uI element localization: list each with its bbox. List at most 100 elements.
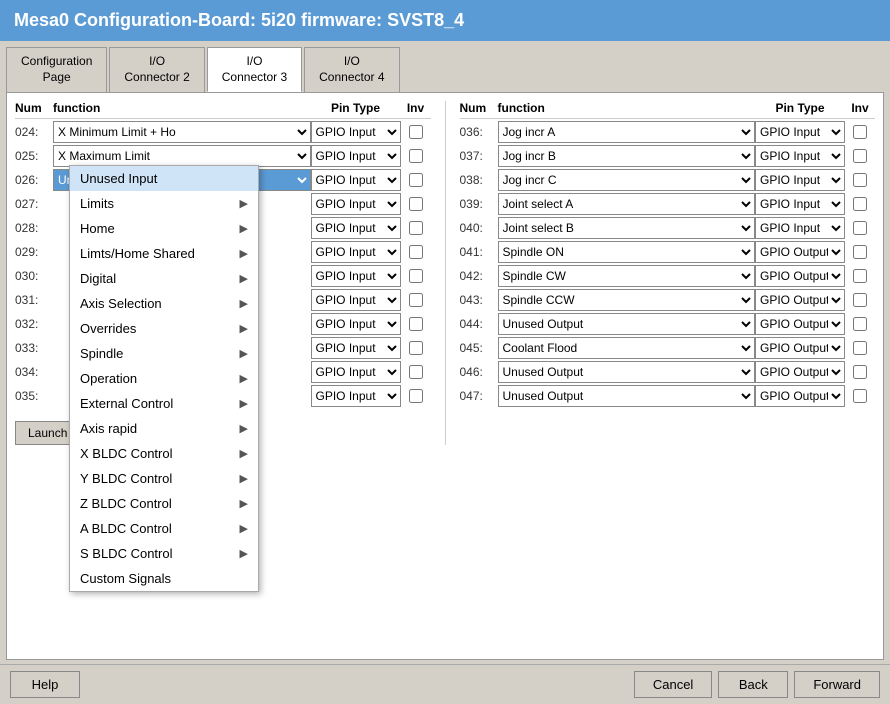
bottom-bar: Help Cancel Back Forward bbox=[0, 664, 890, 704]
func-select-044[interactable]: Unused Output bbox=[498, 313, 756, 335]
inv-check-024[interactable] bbox=[409, 125, 423, 139]
inv-check-043[interactable] bbox=[853, 293, 867, 307]
func-select-024[interactable]: X Minimum Limit + Ho bbox=[53, 121, 311, 143]
dropdown-item-external-control[interactable]: External Control ▶ bbox=[70, 391, 258, 416]
pintype-select-028[interactable]: GPIO Input bbox=[311, 217, 401, 239]
pintype-select-024[interactable]: GPIO Input bbox=[311, 121, 401, 143]
pintype-select-045[interactable]: GPIO Output bbox=[755, 337, 845, 359]
inv-check-039[interactable] bbox=[853, 197, 867, 211]
inv-check-026[interactable] bbox=[409, 173, 423, 187]
func-select-036[interactable]: Jog incr A bbox=[498, 121, 756, 143]
func-select-041[interactable]: Spindle ON bbox=[498, 241, 756, 263]
func-select-038[interactable]: Jog incr C bbox=[498, 169, 756, 191]
inv-check-042[interactable] bbox=[853, 269, 867, 283]
dropdown-item-z-bldc[interactable]: Z BLDC Control ▶ bbox=[70, 491, 258, 516]
chevron-right-icon: ▶ bbox=[240, 197, 248, 210]
dropdown-item-operation[interactable]: Operation ▶ bbox=[70, 366, 258, 391]
pintype-select-030[interactable]: GPIO Input bbox=[311, 265, 401, 287]
func-select-039[interactable]: Joint select A bbox=[498, 193, 756, 215]
inv-check-041[interactable] bbox=[853, 245, 867, 259]
inv-check-046[interactable] bbox=[853, 365, 867, 379]
cancel-button[interactable]: Cancel bbox=[634, 671, 712, 698]
dropdown-item-home[interactable]: Home ▶ bbox=[70, 216, 258, 241]
func-select-025[interactable]: X Maximum Limit bbox=[53, 145, 311, 167]
dropdown-label: Limts/Home Shared bbox=[80, 246, 195, 261]
dropdown-item-limits-home-shared[interactable]: Limts/Home Shared ▶ bbox=[70, 241, 258, 266]
dropdown-item-custom-signals[interactable]: Custom Signals bbox=[70, 566, 258, 591]
func-select-042[interactable]: Spindle CW bbox=[498, 265, 756, 287]
pintype-select-035[interactable]: GPIO Input bbox=[311, 385, 401, 407]
pintype-select-029[interactable]: GPIO Input bbox=[311, 241, 401, 263]
dropdown-item-unused-input[interactable]: Unused Input bbox=[70, 166, 258, 191]
right-header-pintype: Pin Type bbox=[755, 101, 845, 115]
dropdown-item-limits[interactable]: Limits ▶ bbox=[70, 191, 258, 216]
pintype-select-036[interactable]: GPIO Input bbox=[755, 121, 845, 143]
dropdown-item-spindle[interactable]: Spindle ▶ bbox=[70, 341, 258, 366]
pintype-select-047[interactable]: GPIO Output bbox=[755, 385, 845, 407]
pintype-select-044[interactable]: GPIO Output bbox=[755, 313, 845, 335]
inv-check-027[interactable] bbox=[409, 197, 423, 211]
inv-check-045[interactable] bbox=[853, 341, 867, 355]
pintype-select-041[interactable]: GPIO Output bbox=[755, 241, 845, 263]
func-select-043[interactable]: Spindle CCW bbox=[498, 289, 756, 311]
pintype-select-040[interactable]: GPIO Input bbox=[755, 217, 845, 239]
func-select-046[interactable]: Unused Output bbox=[498, 361, 756, 383]
func-select-040[interactable]: Joint select B bbox=[498, 217, 756, 239]
tab-config[interactable]: Configuration Page bbox=[6, 47, 107, 92]
inv-check-035[interactable] bbox=[409, 389, 423, 403]
tab-io2[interactable]: I/O Connector 2 bbox=[109, 47, 204, 92]
inv-check-047[interactable] bbox=[853, 389, 867, 403]
inv-check-038[interactable] bbox=[853, 173, 867, 187]
pintype-select-039[interactable]: GPIO Input bbox=[755, 193, 845, 215]
dropdown-item-digital[interactable]: Digital ▶ bbox=[70, 266, 258, 291]
inv-check-028[interactable] bbox=[409, 221, 423, 235]
inv-check-037[interactable] bbox=[853, 149, 867, 163]
inv-check-034[interactable] bbox=[409, 365, 423, 379]
inv-check-029[interactable] bbox=[409, 245, 423, 259]
inv-check-030[interactable] bbox=[409, 269, 423, 283]
func-select-037[interactable]: Jog incr B bbox=[498, 145, 756, 167]
pintype-select-032[interactable]: GPIO Input bbox=[311, 313, 401, 335]
func-select-045[interactable]: Coolant Flood bbox=[498, 337, 756, 359]
pintype-select-027[interactable]: GPIO Input bbox=[311, 193, 401, 215]
dropdown-item-x-bldc[interactable]: X BLDC Control ▶ bbox=[70, 441, 258, 466]
pintype-027: GPIO Input bbox=[311, 193, 401, 215]
dropdown-item-a-bldc[interactable]: A BLDC Control ▶ bbox=[70, 516, 258, 541]
help-button[interactable]: Help bbox=[10, 671, 80, 698]
dropdown-item-y-bldc[interactable]: Y BLDC Control ▶ bbox=[70, 466, 258, 491]
dropdown-label: Home bbox=[80, 221, 115, 236]
pintype-select-038[interactable]: GPIO Input bbox=[755, 169, 845, 191]
forward-button[interactable]: Forward bbox=[794, 671, 880, 698]
chevron-right-icon: ▶ bbox=[240, 472, 248, 485]
inv-check-032[interactable] bbox=[409, 317, 423, 331]
pintype-025: GPIO Input bbox=[311, 145, 401, 167]
dropdown-item-axis-rapid[interactable]: Axis rapid ▶ bbox=[70, 416, 258, 441]
func-select-047[interactable]: Unused Output bbox=[498, 385, 756, 407]
dropdown-item-overrides[interactable]: Overrides ▶ bbox=[70, 316, 258, 341]
inv-check-033[interactable] bbox=[409, 341, 423, 355]
pintype-select-034[interactable]: GPIO Input bbox=[311, 361, 401, 383]
tab-io3[interactable]: I/O Connector 3 bbox=[207, 47, 302, 92]
pintype-select-031[interactable]: GPIO Input bbox=[311, 289, 401, 311]
tab-io4[interactable]: I/O Connector 4 bbox=[304, 47, 399, 92]
pintype-select-026[interactable]: GPIO Input bbox=[311, 169, 401, 191]
pintype-select-042[interactable]: GPIO Output bbox=[755, 265, 845, 287]
chevron-right-icon: ▶ bbox=[240, 347, 248, 360]
back-button[interactable]: Back bbox=[718, 671, 788, 698]
chevron-right-icon: ▶ bbox=[240, 497, 248, 510]
inv-026 bbox=[401, 173, 431, 187]
dropdown-item-axis-selection[interactable]: Axis Selection ▶ bbox=[70, 291, 258, 316]
inv-check-044[interactable] bbox=[853, 317, 867, 331]
dropdown-label: Limits bbox=[80, 196, 114, 211]
inv-check-025[interactable] bbox=[409, 149, 423, 163]
inv-check-036[interactable] bbox=[853, 125, 867, 139]
dropdown-item-s-bldc[interactable]: S BLDC Control ▶ bbox=[70, 541, 258, 566]
pintype-select-025[interactable]: GPIO Input bbox=[311, 145, 401, 167]
pintype-select-046[interactable]: GPIO Output bbox=[755, 361, 845, 383]
inv-check-040[interactable] bbox=[853, 221, 867, 235]
inv-check-031[interactable] bbox=[409, 293, 423, 307]
pintype-select-033[interactable]: GPIO Input bbox=[311, 337, 401, 359]
pintype-select-037[interactable]: GPIO Input bbox=[755, 145, 845, 167]
dropdown-label: Spindle bbox=[80, 346, 123, 361]
pintype-select-043[interactable]: GPIO Output bbox=[755, 289, 845, 311]
